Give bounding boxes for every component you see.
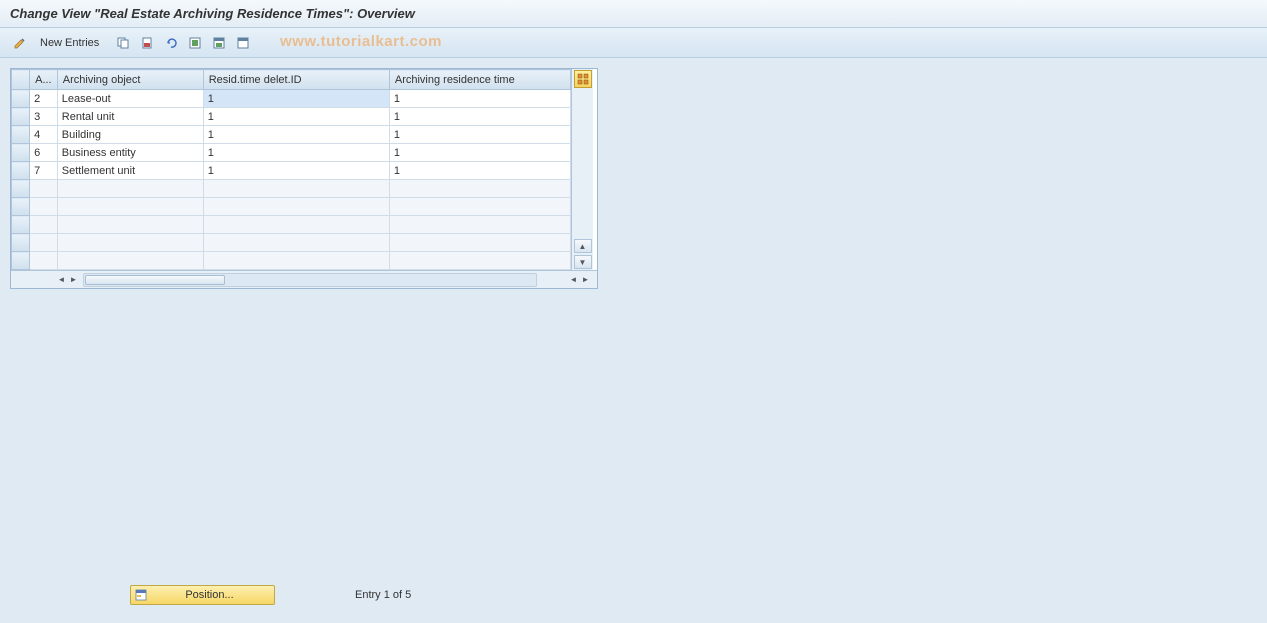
table-row-empty <box>12 198 571 216</box>
row-selector[interactable] <box>12 144 30 162</box>
scroll-left-end-icon[interactable]: ◄ <box>568 273 579 287</box>
cell-empty[interactable] <box>389 234 570 252</box>
delete-icon[interactable] <box>137 33 157 53</box>
cell-empty[interactable] <box>203 198 389 216</box>
cell-empty[interactable] <box>57 198 203 216</box>
position-button[interactable]: Position... <box>130 585 275 605</box>
cell-arch[interactable]: 1 <box>389 108 570 126</box>
scroll-left-icon[interactable]: ◄ <box>56 273 67 287</box>
cell-empty[interactable] <box>30 180 58 198</box>
cell-resid[interactable]: 1 <box>203 144 389 162</box>
row-selector[interactable] <box>12 108 30 126</box>
hscroll-thumb[interactable] <box>85 275 225 285</box>
cell-empty[interactable] <box>389 216 570 234</box>
cell-object[interactable]: Building <box>57 126 203 144</box>
hscroll-track[interactable] <box>83 273 537 287</box>
footer: Position... Entry 1 of 5 <box>130 585 411 605</box>
table-row: 4Building11 <box>12 126 571 144</box>
table-row-empty <box>12 252 571 270</box>
cell-a[interactable]: 6 <box>30 144 58 162</box>
row-selector[interactable] <box>12 126 30 144</box>
cell-empty[interactable] <box>203 252 389 270</box>
cell-arch[interactable]: 1 <box>389 144 570 162</box>
toolbar: New Entries www.tutorialkart.com <box>0 28 1267 58</box>
cell-empty[interactable] <box>389 198 570 216</box>
cell-empty[interactable] <box>389 252 570 270</box>
cell-empty[interactable] <box>389 180 570 198</box>
cell-empty[interactable] <box>203 234 389 252</box>
toggle-display-change-icon[interactable] <box>10 33 30 53</box>
cell-resid[interactable]: 1 <box>203 108 389 126</box>
select-all-icon[interactable] <box>185 33 205 53</box>
cell-empty[interactable] <box>203 216 389 234</box>
scroll-down-icon[interactable]: ▼ <box>574 255 592 269</box>
column-header-arch[interactable]: Archiving residence time <box>389 70 570 90</box>
new-entries-button[interactable]: New Entries <box>34 35 105 51</box>
cell-object[interactable]: Lease-out <box>57 90 203 108</box>
table-row: 3Rental unit11 <box>12 108 571 126</box>
watermark: www.tutorialkart.com <box>280 33 442 50</box>
table-row: 2Lease-out11 <box>12 90 571 108</box>
cell-a[interactable]: 7 <box>30 162 58 180</box>
cell-empty[interactable] <box>30 198 58 216</box>
undo-icon[interactable] <box>161 33 181 53</box>
copy-icon[interactable] <box>113 33 133 53</box>
column-header-a[interactable]: A... <box>30 70 58 90</box>
scroll-up-icon[interactable]: ▲ <box>574 239 592 253</box>
row-selector[interactable] <box>12 216 30 234</box>
cell-arch[interactable]: 1 <box>389 90 570 108</box>
table-settings-icon[interactable] <box>574 70 592 88</box>
cell-resid[interactable]: 1 <box>203 162 389 180</box>
cell-object[interactable]: Settlement unit <box>57 162 203 180</box>
page-title: Change View "Real Estate Archiving Resid… <box>10 6 415 21</box>
data-table: A... Archiving object Resid.time delet.I… <box>11 69 571 270</box>
cell-empty[interactable] <box>203 180 389 198</box>
cell-object[interactable]: Rental unit <box>57 108 203 126</box>
cell-resid[interactable]: 1 <box>203 126 389 144</box>
table-row: 7Settlement unit11 <box>12 162 571 180</box>
cell-empty[interactable] <box>30 216 58 234</box>
table-row: 6Business entity11 <box>12 144 571 162</box>
cell-a[interactable]: 3 <box>30 108 58 126</box>
cell-empty[interactable] <box>30 252 58 270</box>
cell-arch[interactable]: 1 <box>389 162 570 180</box>
row-selector[interactable] <box>12 90 30 108</box>
scroll-right-end-icon[interactable]: ► <box>580 273 591 287</box>
cell-object[interactable]: Business entity <box>57 144 203 162</box>
cell-empty[interactable] <box>57 180 203 198</box>
cell-empty[interactable] <box>30 234 58 252</box>
column-header-resid[interactable]: Resid.time delet.ID <box>203 70 389 90</box>
position-icon <box>134 588 148 602</box>
scroll-right-icon[interactable]: ► <box>68 273 79 287</box>
title-bar: Change View "Real Estate Archiving Resid… <box>0 0 1267 28</box>
vertical-scrollbar: ▲ ▼ <box>571 69 593 270</box>
horizontal-scrollbar: ◄ ► ◄ ► <box>11 270 597 288</box>
row-selector[interactable] <box>12 162 30 180</box>
select-block-icon[interactable] <box>209 33 229 53</box>
table-row-empty <box>12 216 571 234</box>
select-all-rows[interactable] <box>12 70 30 90</box>
row-selector[interactable] <box>12 234 30 252</box>
vscroll-track[interactable] <box>572 89 593 238</box>
position-button-label: Position... <box>185 589 233 601</box>
cell-empty[interactable] <box>57 252 203 270</box>
cell-resid[interactable]: 1 <box>203 90 389 108</box>
table-container: A... Archiving object Resid.time delet.I… <box>10 68 598 289</box>
content-area: A... Archiving object Resid.time delet.I… <box>0 58 1267 299</box>
deselect-all-icon[interactable] <box>233 33 253 53</box>
cell-a[interactable]: 2 <box>30 90 58 108</box>
cell-a[interactable]: 4 <box>30 126 58 144</box>
row-selector[interactable] <box>12 180 30 198</box>
column-header-object[interactable]: Archiving object <box>57 70 203 90</box>
cell-arch[interactable]: 1 <box>389 126 570 144</box>
cell-empty[interactable] <box>57 216 203 234</box>
row-selector[interactable] <box>12 252 30 270</box>
table-row-empty <box>12 180 571 198</box>
cell-empty[interactable] <box>57 234 203 252</box>
table-row-empty <box>12 234 571 252</box>
entry-count: Entry 1 of 5 <box>355 589 411 601</box>
row-selector[interactable] <box>12 198 30 216</box>
